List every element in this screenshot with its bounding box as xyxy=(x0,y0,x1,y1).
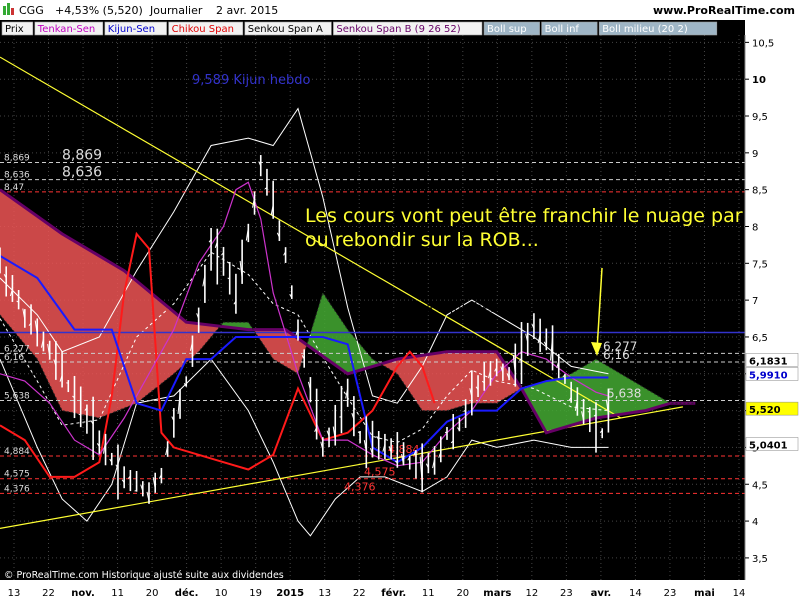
x-tick-label: 20 xyxy=(456,588,469,599)
header-period: Journalier xyxy=(149,4,203,17)
x-tick-label: nov. xyxy=(71,588,95,599)
x-tick-label: avr. xyxy=(591,588,612,599)
x-tick-label: 22 xyxy=(353,588,366,599)
level-value-label: 8,636 xyxy=(62,165,102,181)
y-tick-label: 10,5 xyxy=(752,38,774,49)
y-tick-label: 3,5 xyxy=(752,554,768,565)
chart-icon xyxy=(11,8,14,15)
x-tick-label: 14 xyxy=(733,588,746,599)
x-tick-label: 23 xyxy=(664,588,677,599)
chart-icon xyxy=(3,6,6,15)
annotation-text: Les cours vont peut être franchir le nua… xyxy=(305,205,743,227)
x-tick-label: 14 xyxy=(629,588,642,599)
price-tag-label: 5,9910 xyxy=(749,370,788,381)
kijun-hebdo-label: 9,589 Kijun hebdo xyxy=(192,73,310,88)
x-tick-label: 11 xyxy=(111,588,124,599)
level-left-label: 6,16 xyxy=(4,353,24,363)
price-tag-label: 6,1831 xyxy=(749,356,788,367)
price-tag-label: 5,520 xyxy=(749,405,781,416)
legend-label: Tenkan-Sen xyxy=(37,24,95,35)
x-tick-label: 13 xyxy=(8,588,21,599)
legend-label: Boll inf xyxy=(545,24,580,35)
x-tick-label: 11 xyxy=(422,588,435,599)
x-tick-label: 19 xyxy=(249,588,262,599)
x-tick-label: déc. xyxy=(175,587,199,599)
x-tick-label: 23 xyxy=(560,588,573,599)
y-tick-label: 10 xyxy=(752,75,766,86)
ssb-label: SSB 6,56 + Kijun hebdo xyxy=(360,301,515,316)
x-tick-label: 10 xyxy=(215,588,228,599)
level-value-label: 8,869 xyxy=(62,147,102,163)
header-change: +4,53% (5,520) xyxy=(55,4,143,17)
legend-label: Boll sup xyxy=(487,24,527,35)
level-left-label: 8,636 xyxy=(4,171,30,181)
x-tick-label: mars xyxy=(483,588,511,599)
legend-label: Senkou Span B (9 26 52) xyxy=(336,24,460,35)
y-tick-label: 4,5 xyxy=(752,480,768,491)
level-value-label: 6,16 xyxy=(603,348,630,362)
legend-label: Senkou Span A xyxy=(248,24,323,35)
y-tick-label: 4 xyxy=(752,517,758,528)
y-tick-label: 9 xyxy=(752,149,758,160)
y-tick-label: 6,5 xyxy=(752,333,768,344)
level-value-label: 4,376 xyxy=(344,480,376,493)
level-left-label: 4,575 xyxy=(4,470,30,480)
footer-copyright: © ProRealTime.com Historique ajusté suit… xyxy=(4,570,284,581)
level-left-label: 4,884 xyxy=(4,447,30,457)
legend-label: Boll milieu (20 2) xyxy=(602,24,688,35)
x-tick-label: 22 xyxy=(42,588,55,599)
y-tick-label: 8 xyxy=(752,222,758,233)
legend-label: Chikou Span xyxy=(172,24,234,35)
legend-label: Prix xyxy=(5,24,24,35)
y-tick-label: 9,5 xyxy=(752,112,768,123)
x-tick-label: 12 xyxy=(525,588,538,599)
x-tick-label: févr. xyxy=(381,587,406,599)
y-tick-label: 7 xyxy=(752,296,758,307)
annotation-text: ou rebondir sur la ROB... xyxy=(305,229,539,251)
legend-label: Kijun-Sen xyxy=(108,24,155,35)
chart-icon xyxy=(7,3,10,15)
y-tick-label: 7,5 xyxy=(752,259,768,270)
level-left-label: 4,376 xyxy=(4,484,30,494)
chart-root: 8,869 8,636 8,47 6,277 6,16 5,638 4,884 4,575 4,… xyxy=(0,0,800,600)
header-site: www.ProRealTime.com xyxy=(653,4,795,17)
ichimoku-chart[interactable]: 8,8698,6368,476,2776,165,6384,8844,5754,… xyxy=(0,0,800,600)
x-tick-label: 13 xyxy=(318,588,331,599)
x-tick-label: 2015 xyxy=(276,588,304,599)
header-date: 2 avr. 2015 xyxy=(216,4,278,17)
header-symbol: CGG xyxy=(19,4,44,17)
level-value-label: 5,638 xyxy=(607,386,641,400)
level-value-label: 4,575 xyxy=(364,466,396,479)
price-tag-label: 5,0401 xyxy=(749,440,788,451)
level-left-label: 5,638 xyxy=(4,391,30,401)
price-bar-tick xyxy=(134,489,137,492)
x-tick-label: mai xyxy=(694,588,715,599)
level-left-label: 8,869 xyxy=(4,153,30,163)
y-tick-label: 8,5 xyxy=(752,186,768,197)
x-tick-label: 20 xyxy=(146,588,159,599)
level-left-label: 8,47 xyxy=(4,183,24,193)
